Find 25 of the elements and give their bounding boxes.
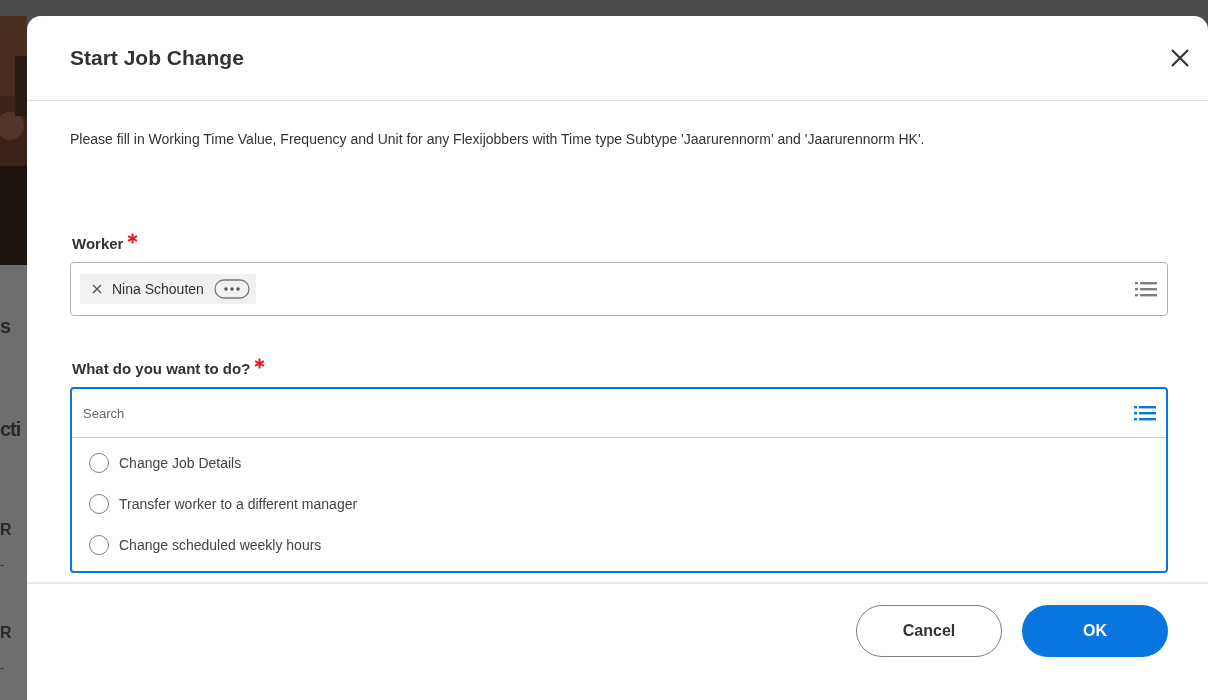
option-item[interactable]: Change scheduled weekly hours: [72, 524, 1166, 565]
list-icon[interactable]: [1135, 280, 1157, 298]
worker-field[interactable]: Nina Schouten: [70, 262, 1168, 316]
dialog-title: Start Job Change: [70, 46, 244, 70]
remove-icon[interactable]: [92, 284, 102, 294]
selected-token[interactable]: Nina Schouten: [80, 274, 256, 304]
background-text: cti: [0, 418, 22, 441]
background-text: R: [0, 624, 13, 642]
close-icon: [1170, 48, 1190, 68]
option-picker[interactable]: Search Change Job Details Transfer worker to a different manager Change scheduled weekly hours: [70, 387, 1168, 573]
option-item[interactable]: Change Job Details: [72, 442, 1166, 483]
ok-button[interactable]: OK: [1022, 605, 1168, 657]
option-item[interactable]: Transfer worker to a different manager: [72, 483, 1166, 524]
token-text: Nina Schouten: [112, 281, 204, 297]
search-field[interactable]: Search: [81, 404, 1134, 422]
background-text: -: [0, 660, 6, 675]
more-icon[interactable]: [213, 278, 250, 300]
instructions-text: Please fill in Working Time Value, Frequency and Unit for any Flexijobbers with Time type Subtype 'Jaarurennorm' and 'Jaarurennorm HK'.: [70, 131, 926, 147]
background-text: R: [0, 521, 13, 539]
cancel-button[interactable]: Cancel: [856, 605, 1002, 657]
background-text: -: [0, 557, 6, 572]
field-label: What do you want to do?: [72, 360, 251, 377]
list-icon[interactable]: [1134, 404, 1156, 422]
field-label: Worker: [72, 235, 124, 252]
background-text: s: [0, 315, 12, 338]
